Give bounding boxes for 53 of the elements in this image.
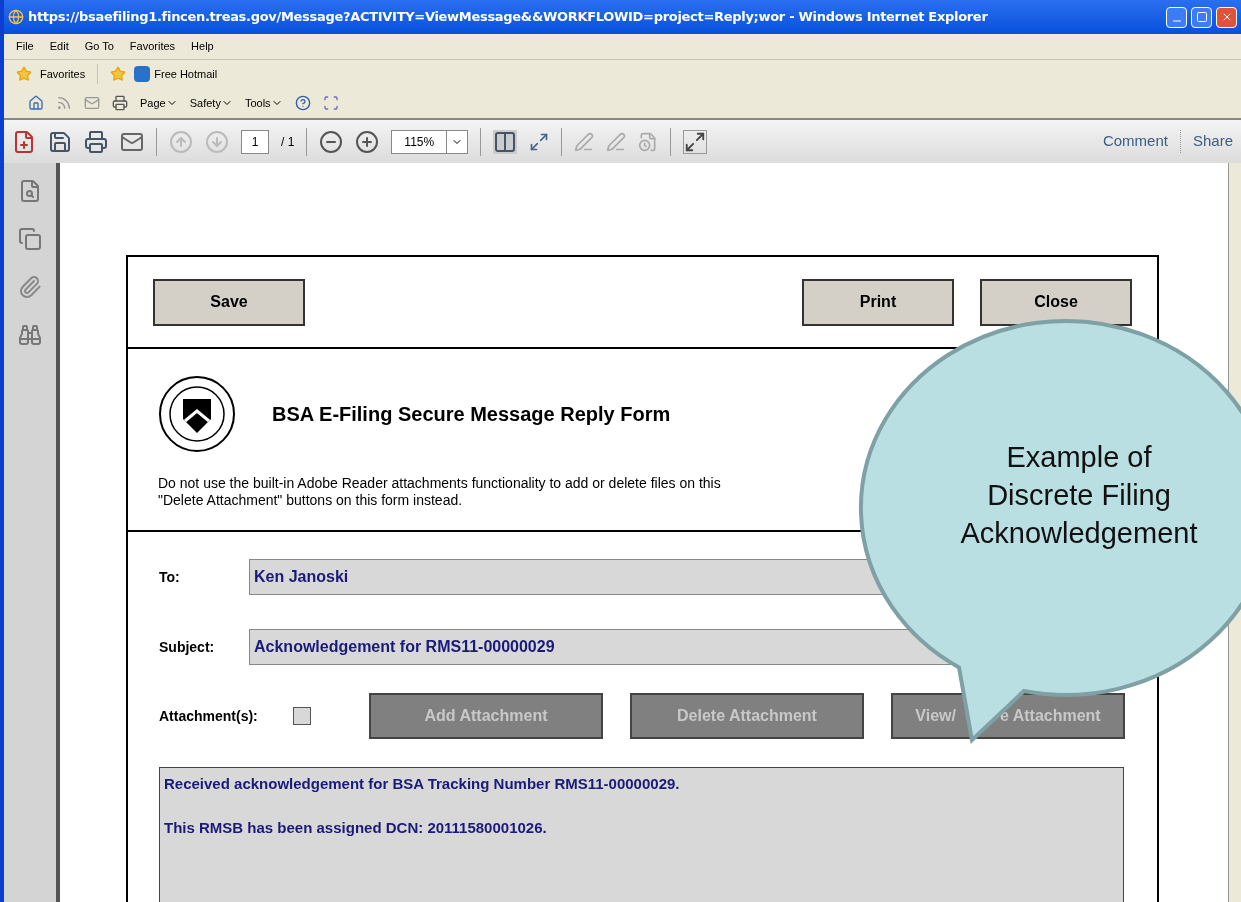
checkbox[interactable] [293,707,311,725]
form-button[interactable]: Print [802,278,954,326]
document-search-icon[interactable] [18,179,42,203]
notice-text: "Delete Attachment" buttons on this form instead. [158,492,463,509]
maximize-icon [1195,11,1208,23]
menu-item[interactable]: Edit [49,38,69,55]
binoculars-icon[interactable] [18,323,42,347]
callout-tooltip-text: Discrete Filing [987,478,1171,513]
zoom-dropdown[interactable]: 115% [391,129,469,154]
form-button[interactable]: Close [980,278,1132,326]
notice-text: Do not use the built-in Adobe Reader attachments functionality to add or delete files on this [158,475,721,492]
command-menu[interactable]: Tools [244,94,283,112]
menu-item[interactable]: Favorites [129,38,176,55]
maximize-button[interactable] [1191,6,1212,28]
command-menu[interactable]: Page [140,94,178,112]
print-icon[interactable] [112,95,128,111]
favorites-button[interactable]: Favorites [40,65,86,83]
menu-item[interactable]: Help [191,38,214,55]
menu-item[interactable]: File [16,38,34,55]
callout-tooltip-text: Example of [1006,440,1152,475]
save-icon[interactable] [48,129,72,154]
form-title: BSA E-Filing Secure Message Reply Form [272,402,671,427]
favorites-link[interactable]: Free Hotmail [134,65,218,83]
window-title: https://bsaefiling1.fincen.treas.gov/Message?ACTIVITY=ViewMessage&&WORKFLOWID=project=Reply;wor - Windows Internet Explorer [28,8,989,27]
share-tab[interactable]: Share [1192,130,1233,153]
message-text: This RMSB has been assigned DCN: 20111580001026. [164,817,548,838]
message-text: Received acknowledgement for BSA Tracking Number RMS11-00000029. [164,774,681,794]
page-count: / 1 [281,133,295,151]
paperclip-icon[interactable] [18,275,42,299]
browser-icon [8,9,24,25]
menu-item[interactable]: Go To [84,38,114,55]
home-icon[interactable] [28,95,44,111]
pages-icon[interactable] [18,227,42,251]
command-menu[interactable]: Safety [189,94,233,112]
print-icon[interactable] [84,129,108,154]
field-label: Subject: [159,637,216,657]
star-icon [16,66,32,82]
form-button[interactable]: Save [153,278,305,326]
page-number-field[interactable]: 1 [241,129,269,154]
minimize-button[interactable] [1166,6,1187,28]
fit-page-icon[interactable] [493,129,518,154]
zoom-in-icon[interactable] [355,129,380,154]
zoom-out-icon[interactable] [319,129,344,154]
message-box[interactable]: Received acknowledgement for BSA Tracking Number RMS11-00000029. This RMSB has been assigned DCN: 20111580001026. [159,767,1124,902]
callout-tooltip-text: Acknowledgement [960,516,1198,551]
field-label: Attachment(s): [159,706,259,726]
field-label: To: [159,567,181,587]
close-button[interactable] [1216,6,1237,28]
help-icon[interactable] [294,95,311,111]
comment-tab[interactable]: Comment [1102,130,1181,153]
full-screen-icon[interactable] [683,129,708,154]
fit-width-icon[interactable] [529,131,550,152]
create-pdf-icon[interactable] [12,129,36,154]
